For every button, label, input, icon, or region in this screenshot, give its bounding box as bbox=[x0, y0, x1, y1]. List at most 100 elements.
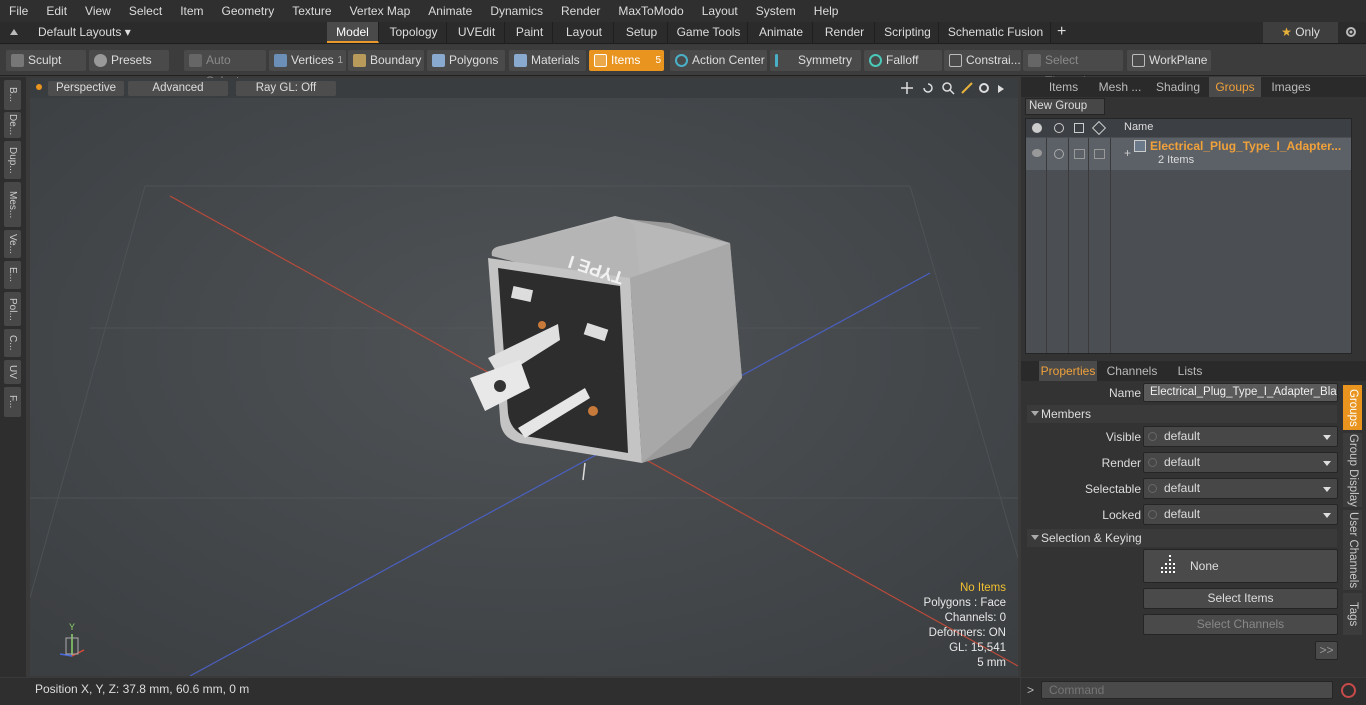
zoom-view-icon[interactable] bbox=[941, 81, 955, 95]
vertices-button[interactable]: Vertices 1 bbox=[269, 50, 346, 71]
left-tab-7[interactable]: C... bbox=[4, 329, 21, 357]
props-tab-lists[interactable]: Lists bbox=[1167, 361, 1213, 381]
more-button[interactable]: >> bbox=[1315, 641, 1338, 660]
mode-tab-scripting[interactable]: Scripting bbox=[877, 22, 939, 43]
expand-plus-icon[interactable]: + bbox=[1124, 146, 1131, 160]
menu-animate[interactable]: Animate bbox=[419, 0, 481, 22]
left-tab-6[interactable]: Pol... bbox=[4, 292, 21, 326]
row-type-checkbox[interactable] bbox=[1094, 149, 1105, 159]
fit-view-icon[interactable] bbox=[960, 81, 974, 95]
scene-tab-items[interactable]: Items bbox=[1041, 77, 1086, 97]
scene-tab-groups[interactable]: Groups bbox=[1209, 77, 1261, 97]
scene-tab-mesh[interactable]: Mesh ... bbox=[1091, 77, 1149, 97]
falloff-button[interactable]: Falloff bbox=[864, 50, 942, 71]
add-tab-icon[interactable]: + bbox=[1057, 23, 1066, 41]
only-toggle[interactable]: ★ Only bbox=[1263, 22, 1338, 43]
selectable-dropdown[interactable]: default bbox=[1143, 478, 1338, 499]
viewport-expand-icon[interactable] bbox=[996, 83, 1006, 93]
constraints-button[interactable]: Constrai... bbox=[944, 50, 1021, 71]
layout-up-icon[interactable] bbox=[8, 26, 20, 38]
boundary-button[interactable]: Boundary bbox=[348, 50, 424, 71]
materials-button[interactable]: Materials bbox=[509, 50, 586, 71]
members-section[interactable]: Members bbox=[1027, 405, 1337, 423]
select-lock-icon[interactable] bbox=[1074, 123, 1084, 133]
item-type-icon[interactable] bbox=[1091, 120, 1107, 136]
mode-tab-paint[interactable]: Paint bbox=[507, 22, 553, 43]
settings-gear-icon[interactable] bbox=[1344, 25, 1358, 39]
rotate-view-icon[interactable] bbox=[921, 81, 935, 95]
left-tab-0[interactable]: B... bbox=[4, 80, 21, 110]
none-button[interactable]: None bbox=[1143, 549, 1338, 583]
mode-tab-animate[interactable]: Animate bbox=[750, 22, 813, 43]
select-through-button[interactable]: Select Through bbox=[1023, 50, 1123, 88]
mode-tab-layout[interactable]: Layout bbox=[555, 22, 614, 43]
group-name[interactable]: Electrical_Plug_Type_I_Adapter... bbox=[1150, 139, 1341, 153]
select-items-button[interactable]: Select Items bbox=[1143, 588, 1338, 609]
menu-system[interactable]: System bbox=[747, 0, 805, 22]
advanced-button[interactable]: Advanced bbox=[128, 81, 228, 96]
select-channels-button[interactable]: Select Channels bbox=[1143, 614, 1338, 635]
sculpt-button[interactable]: Sculpt bbox=[6, 50, 86, 71]
menu-render[interactable]: Render bbox=[552, 0, 609, 22]
3d-viewport[interactable]: TYPE I Y Perspective Advanced Ray GL: Of… bbox=[30, 78, 1018, 676]
mode-tab-game-tools[interactable]: Game Tools bbox=[670, 22, 748, 43]
items-button[interactable]: Items 5 bbox=[589, 50, 664, 71]
menu-texture[interactable]: Texture bbox=[283, 0, 340, 22]
move-view-icon[interactable] bbox=[900, 81, 914, 95]
viewport-dot-icon[interactable] bbox=[36, 84, 42, 90]
menu-help[interactable]: Help bbox=[805, 0, 848, 22]
mode-tab-schematic-fusion[interactable]: Schematic Fusion bbox=[941, 22, 1051, 43]
locked-dropdown[interactable]: default bbox=[1143, 504, 1338, 525]
visibility-eye-icon[interactable] bbox=[1032, 123, 1042, 133]
mode-tab-model[interactable]: Model bbox=[327, 22, 379, 43]
left-tab-4[interactable]: Ve... bbox=[4, 230, 21, 258]
command-input[interactable] bbox=[1041, 681, 1333, 699]
auto-select-button[interactable]: Auto Select bbox=[184, 50, 266, 88]
menu-select[interactable]: Select bbox=[120, 0, 171, 22]
action-center-button[interactable]: Action Center bbox=[670, 50, 767, 71]
menu-item[interactable]: Item bbox=[171, 0, 212, 22]
props-tab-channels[interactable]: Channels bbox=[1103, 361, 1161, 381]
side-tab-user-channels[interactable]: User Channels bbox=[1343, 510, 1362, 590]
selection-keying-section[interactable]: Selection & Keying bbox=[1027, 529, 1337, 547]
workplane-button[interactable]: WorkPlane bbox=[1127, 50, 1211, 71]
mode-tab-topology[interactable]: Topology bbox=[381, 22, 447, 43]
row-lock-checkbox[interactable] bbox=[1074, 149, 1085, 159]
menu-edit[interactable]: Edit bbox=[37, 0, 76, 22]
side-tab-groups[interactable]: Groups bbox=[1343, 385, 1362, 430]
left-tab-3[interactable]: Mes... bbox=[4, 182, 21, 227]
layout-selector[interactable]: Default Layouts ▾ bbox=[38, 25, 131, 39]
record-icon[interactable] bbox=[1341, 683, 1356, 698]
menu-geometry[interactable]: Geometry bbox=[213, 0, 284, 22]
name-field[interactable]: Electrical_Plug_Type_I_Adapter_Black bbox=[1143, 383, 1338, 402]
render-icon[interactable] bbox=[1054, 123, 1064, 133]
menu-dynamics[interactable]: Dynamics bbox=[481, 0, 552, 22]
menu-vertex-map[interactable]: Vertex Map bbox=[341, 0, 420, 22]
symmetry-button[interactable]: Symmetry bbox=[770, 50, 861, 71]
left-tab-9[interactable]: F... bbox=[4, 387, 21, 417]
group-row[interactable]: + Electrical_Plug_Type_I_Adapter... 2 It… bbox=[1026, 138, 1351, 170]
menu-file[interactable]: File bbox=[0, 0, 37, 22]
scene-tab-shading[interactable]: Shading bbox=[1153, 77, 1203, 97]
menu-layout[interactable]: Layout bbox=[693, 0, 747, 22]
props-tab-properties[interactable]: Properties bbox=[1039, 361, 1097, 381]
render-dropdown[interactable]: default bbox=[1143, 452, 1338, 473]
presets-button[interactable]: Presets bbox=[89, 50, 169, 71]
side-tab-group-display[interactable]: Group Display bbox=[1343, 433, 1362, 507]
mode-tab-setup[interactable]: Setup bbox=[616, 22, 668, 43]
row-eye-icon[interactable] bbox=[1032, 149, 1042, 157]
side-tab-tags[interactable]: Tags bbox=[1343, 593, 1362, 635]
row-render-icon[interactable] bbox=[1054, 149, 1064, 159]
visible-dropdown[interactable]: default bbox=[1143, 426, 1338, 447]
polygons-button[interactable]: Polygons bbox=[427, 50, 505, 71]
menu-view[interactable]: View bbox=[76, 0, 120, 22]
left-tab-5[interactable]: E... bbox=[4, 261, 21, 289]
perspective-button[interactable]: Perspective bbox=[48, 81, 124, 96]
left-tab-1[interactable]: De... bbox=[4, 112, 21, 138]
mode-tab-uvedit[interactable]: UVEdit bbox=[449, 22, 505, 43]
viewport-settings-icon[interactable] bbox=[977, 81, 991, 95]
left-tab-2[interactable]: Dup... bbox=[4, 141, 21, 179]
new-group-button[interactable]: New Group bbox=[1025, 98, 1105, 115]
scene-tab-images[interactable]: Images bbox=[1265, 77, 1317, 97]
menu-maxtomodo[interactable]: MaxToModo bbox=[609, 0, 692, 22]
